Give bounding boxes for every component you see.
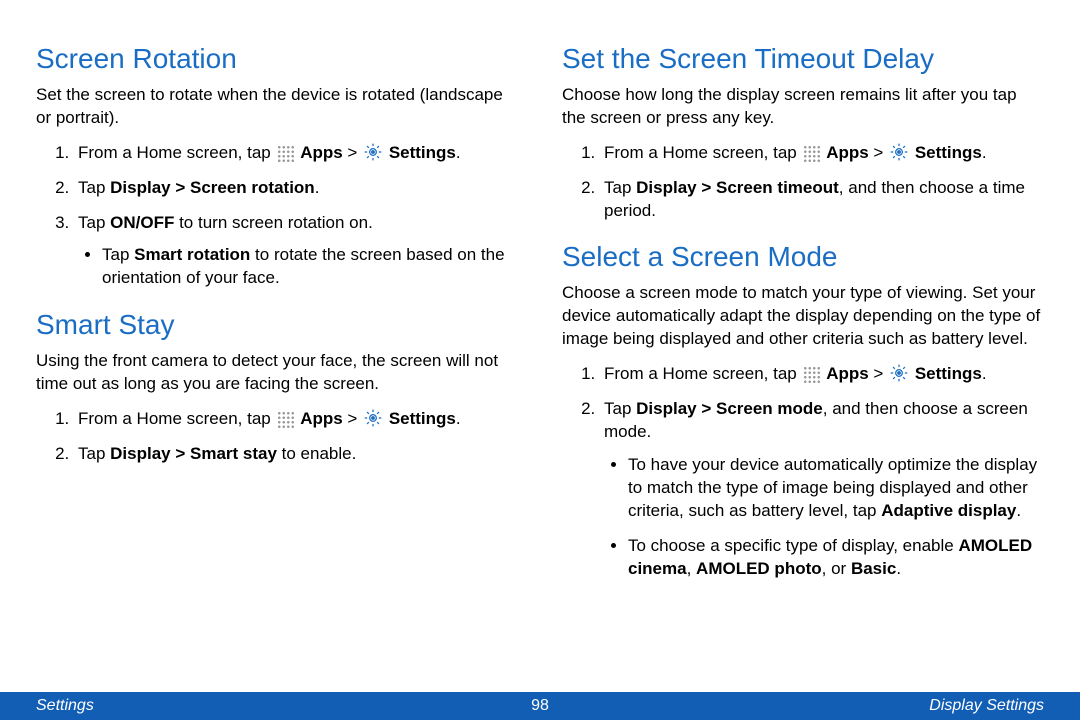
apps-icon xyxy=(276,410,294,428)
apps-icon xyxy=(802,365,820,383)
right-column: Set the Screen Timeout Delay Choose how … xyxy=(562,40,1044,688)
bullet-item: To have your device automatically optimi… xyxy=(628,454,1044,523)
heading-screen-mode: Select a Screen Mode xyxy=(562,238,1044,276)
heading-smart-stay: Smart Stay xyxy=(36,306,518,344)
bullet-item: To choose a specific type of display, en… xyxy=(628,535,1044,581)
bullet-item: Tap Smart rotation to rotate the screen … xyxy=(102,244,518,290)
settings-icon xyxy=(889,363,909,383)
step-item: Tap Display > Screen rotation. xyxy=(74,177,518,200)
heading-screen-rotation: Screen Rotation xyxy=(36,40,518,78)
footer-left: Settings xyxy=(36,695,531,717)
settings-icon xyxy=(363,142,383,162)
steps-screen-mode: From a Home screen, tap Apps > Settings.… xyxy=(562,363,1044,581)
steps-screen-timeout: From a Home screen, tap Apps > Settings.… xyxy=(562,142,1044,223)
step-item: From a Home screen, tap Apps > Settings. xyxy=(74,408,518,431)
left-column: Screen Rotation Set the screen to rotate… xyxy=(36,40,518,688)
step-item: From a Home screen, tap Apps > Settings. xyxy=(74,142,518,165)
sub-bullets: To have your device automatically optimi… xyxy=(604,454,1044,581)
intro-screen-mode: Choose a screen mode to match your type … xyxy=(562,282,1044,351)
sub-bullets: Tap Smart rotation to rotate the screen … xyxy=(78,244,518,290)
apps-icon xyxy=(802,144,820,162)
steps-screen-rotation: From a Home screen, tap Apps > Settings.… xyxy=(36,142,518,291)
page-footer: Settings 98 Display Settings xyxy=(0,692,1080,720)
settings-icon xyxy=(363,408,383,428)
intro-screen-timeout: Choose how long the display screen remai… xyxy=(562,84,1044,130)
step-item: Tap ON/OFF to turn screen rotation on. T… xyxy=(74,212,518,291)
step-item: Tap Display > Screen timeout, and then c… xyxy=(600,177,1044,223)
steps-smart-stay: From a Home screen, tap Apps > Settings.… xyxy=(36,408,518,466)
step-item: Tap Display > Smart stay to enable. xyxy=(74,443,518,466)
page-content: Screen Rotation Set the screen to rotate… xyxy=(0,0,1080,688)
step-item: Tap Display > Screen mode, and then choo… xyxy=(600,398,1044,581)
step-item: From a Home screen, tap Apps > Settings. xyxy=(600,363,1044,386)
footer-page-number: 98 xyxy=(531,695,549,717)
intro-smart-stay: Using the front camera to detect your fa… xyxy=(36,350,518,396)
heading-screen-timeout: Set the Screen Timeout Delay xyxy=(562,40,1044,78)
intro-screen-rotation: Set the screen to rotate when the device… xyxy=(36,84,518,130)
footer-right: Display Settings xyxy=(549,695,1044,717)
step-item: From a Home screen, tap Apps > Settings. xyxy=(600,142,1044,165)
apps-icon xyxy=(276,144,294,162)
settings-icon xyxy=(889,142,909,162)
